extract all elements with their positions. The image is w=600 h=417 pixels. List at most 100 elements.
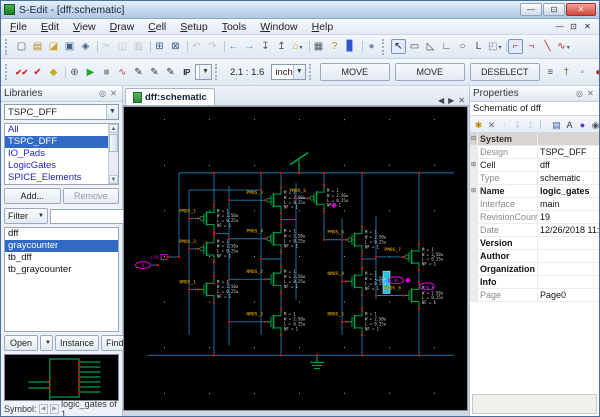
- tab-scroll-left-icon[interactable]: ◀: [436, 96, 446, 105]
- property-row[interactable]: Version: [470, 237, 599, 250]
- instance-tool-icon[interactable]: ◰: [487, 39, 502, 54]
- sort-down-icon[interactable]: ↧: [511, 118, 524, 131]
- open-folder-icon[interactable]: ◪: [46, 39, 61, 54]
- wire-tool-icon[interactable]: ⌐: [508, 39, 523, 54]
- toolbar-grip[interactable]: [308, 64, 314, 80]
- label-tool-icon[interactable]: L: [471, 39, 486, 54]
- expand-icon[interactable]: [470, 289, 478, 301]
- line-tool-icon[interactable]: ╲: [540, 39, 555, 54]
- open-dropdown-icon[interactable]: ▼: [40, 335, 53, 351]
- action-button[interactable]: DESELECT: [469, 63, 540, 81]
- simulation-combo[interactable]: ▼: [195, 64, 212, 80]
- check-all-icon[interactable]: ✔✔: [14, 65, 29, 80]
- expand-icon[interactable]: [470, 198, 478, 210]
- probe-ip-icon[interactable]: IP: [179, 65, 194, 80]
- library-combo[interactable]: TSPC_DFF ▼: [4, 104, 119, 120]
- menu-item[interactable]: Cell: [141, 20, 173, 34]
- action-button[interactable]: MOVE: [394, 63, 465, 81]
- curve-tool-icon[interactable]: ∿: [556, 39, 571, 54]
- tab-scroll-right-icon[interactable]: ▶: [446, 96, 456, 105]
- expand-icon[interactable]: [470, 250, 478, 262]
- menu-item[interactable]: Help: [305, 20, 341, 34]
- scrollbar[interactable]: ▲ ▼: [108, 124, 118, 184]
- mdi-control[interactable]: ✕: [582, 22, 593, 31]
- pin-icon[interactable]: ◎: [97, 89, 108, 98]
- toolbar-icon[interactable]: [62, 65, 66, 80]
- home-icon[interactable]: ⌂: [290, 39, 305, 54]
- undo-icon[interactable]: ↶: [189, 39, 204, 54]
- run-simulation-icon[interactable]: ▶: [83, 65, 98, 80]
- sort-up-icon[interactable]: ↥: [524, 118, 537, 131]
- expand-icon[interactable]: ⊟: [470, 133, 478, 145]
- expand-icon[interactable]: [470, 224, 478, 236]
- property-row[interactable]: Organization: [470, 263, 599, 276]
- cut-icon[interactable]: ✂: [99, 39, 114, 54]
- toolbar-icon[interactable]: [147, 39, 151, 54]
- menu-item[interactable]: View: [66, 20, 103, 34]
- rectangle-tool-icon[interactable]: ▭: [407, 39, 422, 54]
- expand-icon[interactable]: ⊞: [470, 185, 478, 197]
- record-icon[interactable]: ●: [364, 39, 379, 54]
- port-d[interactable]: d: [134, 261, 152, 270]
- breakpoint-icon[interactable]: ●: [591, 65, 599, 80]
- expand-icon[interactable]: [470, 263, 478, 275]
- select-tool-icon[interactable]: ↖: [391, 39, 406, 54]
- menu-item[interactable]: Edit: [34, 20, 66, 34]
- redo-icon[interactable]: ↷: [205, 39, 220, 54]
- toolbar-icon[interactable]: [359, 39, 363, 54]
- add-library-button[interactable]: Add...: [4, 188, 61, 204]
- toolbar-icon[interactable]: [221, 39, 225, 54]
- schematic-canvas[interactable]: PMOS_1 M = 1W = 2.50u L = 0.25u NF = 1 PMOS_…: [123, 106, 468, 411]
- back-icon[interactable]: ←: [226, 39, 241, 54]
- mdi-control[interactable]: —: [554, 22, 565, 31]
- probe-point-icon[interactable]: ◦: [575, 65, 590, 80]
- save-icon[interactable]: ▣: [62, 39, 77, 54]
- property-row[interactable]: RevisionCount 19: [470, 211, 599, 224]
- cell-item[interactable]: tb_dff: [5, 252, 118, 264]
- property-row[interactable]: Design TSPC_DFF: [470, 146, 599, 159]
- library-item[interactable]: IO_Pads: [5, 148, 108, 160]
- notes-icon[interactable]: ▊: [343, 39, 358, 54]
- forward-icon[interactable]: →: [242, 39, 257, 54]
- property-row[interactable]: ⊞ Name logic_gates: [470, 185, 599, 198]
- toolbar-grip[interactable]: [5, 64, 10, 80]
- sort-mode-icon[interactable]: ▤: [550, 118, 563, 131]
- promote-property-icon[interactable]: ↑: [498, 118, 511, 131]
- symbol-next-icon[interactable]: ▶: [49, 404, 60, 414]
- open-cell-icon[interactable]: ▤: [30, 39, 45, 54]
- close-icon[interactable]: ✕: [585, 89, 596, 98]
- filter-dropdown[interactable]: Filter ▼: [4, 208, 48, 224]
- remove-library-button[interactable]: Remove: [62, 188, 119, 204]
- close-button[interactable]: ✕: [566, 3, 596, 16]
- stop-simulation-icon[interactable]: ■: [99, 65, 114, 80]
- mdi-control[interactable]: ⊡: [568, 22, 579, 31]
- cell-item[interactable]: tb_graycounter: [5, 264, 118, 276]
- polygon-tool-icon[interactable]: ◺: [423, 39, 438, 54]
- visibility-icon[interactable]: ◉: [589, 118, 599, 131]
- property-row[interactable]: Date 12/26/2018 11:21:45: [470, 224, 599, 237]
- port-qb[interactable]: qb: [387, 276, 405, 285]
- menu-item[interactable]: Draw: [103, 20, 142, 34]
- print-icon[interactable]: ▦: [311, 39, 326, 54]
- library-item[interactable]: SPICE_Elements: [5, 172, 108, 184]
- path-tool-icon[interactable]: ∟: [439, 39, 454, 54]
- property-row[interactable]: Type schematic: [470, 172, 599, 185]
- probe-power-icon[interactable]: ✎: [163, 65, 178, 80]
- property-row[interactable]: Info: [470, 276, 599, 289]
- cell-item[interactable]: dff: [5, 228, 118, 240]
- property-row[interactable]: ⊟ System: [470, 133, 599, 146]
- toolbar-grip[interactable]: [382, 38, 387, 55]
- vdd-symbol[interactable]: [289, 151, 309, 174]
- open-cell-button[interactable]: Open: [4, 335, 38, 351]
- expand-icon[interactable]: [470, 237, 478, 249]
- new-property-icon[interactable]: ✱: [472, 118, 485, 131]
- tab-close-icon[interactable]: ✕: [456, 96, 467, 105]
- highlight-icon[interactable]: ◆: [46, 65, 61, 80]
- toolbar-icon[interactable]: [184, 39, 188, 54]
- property-row[interactable]: Page Page0: [470, 289, 599, 302]
- scroll-up-icon[interactable]: ▲: [109, 124, 118, 133]
- cell-item[interactable]: graycounter: [5, 240, 118, 252]
- tab-dff-schematic[interactable]: dff:schematic: [125, 88, 215, 105]
- expand-icon[interactable]: ⊞: [470, 159, 478, 171]
- library-item[interactable]: TSPC_DFF: [5, 136, 108, 148]
